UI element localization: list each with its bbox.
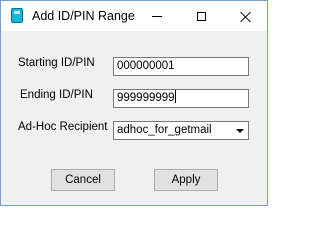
minimize-icon bbox=[152, 15, 162, 17]
window-title: Add ID/PIN Range bbox=[32, 9, 135, 23]
title-bar[interactable]: Add ID/PIN Range bbox=[1, 1, 267, 31]
apply-button[interactable]: Apply bbox=[154, 169, 218, 191]
ending-id-value: 999999999 bbox=[117, 92, 175, 104]
ending-id-label: Ending ID/PIN bbox=[20, 89, 93, 101]
close-icon bbox=[240, 11, 251, 22]
starting-id-input[interactable]: 000000001 bbox=[113, 57, 249, 76]
dialog-window: Add ID/PIN Range Starting ID/PIN 0000000… bbox=[0, 0, 268, 206]
cancel-button[interactable]: Cancel bbox=[51, 169, 115, 191]
ad-hoc-recipient-value: adhoc_for_getmail bbox=[117, 124, 212, 136]
text-caret bbox=[174, 90, 176, 103]
chevron-down-icon bbox=[236, 128, 244, 133]
app-icon bbox=[11, 8, 23, 23]
ad-hoc-recipient-select[interactable]: adhoc_for_getmail bbox=[113, 121, 249, 140]
starting-id-label: Starting ID/PIN bbox=[18, 57, 95, 69]
maximize-button[interactable] bbox=[179, 1, 223, 31]
maximize-icon bbox=[196, 11, 206, 21]
close-button[interactable] bbox=[223, 1, 267, 31]
ad-hoc-recipient-label: Ad-Hoc Recipient bbox=[18, 121, 108, 133]
ending-id-input[interactable]: 999999999 bbox=[113, 89, 249, 108]
dropdown-button[interactable] bbox=[232, 122, 248, 139]
minimize-button[interactable] bbox=[135, 1, 179, 31]
starting-id-value: 000000001 bbox=[117, 60, 175, 72]
